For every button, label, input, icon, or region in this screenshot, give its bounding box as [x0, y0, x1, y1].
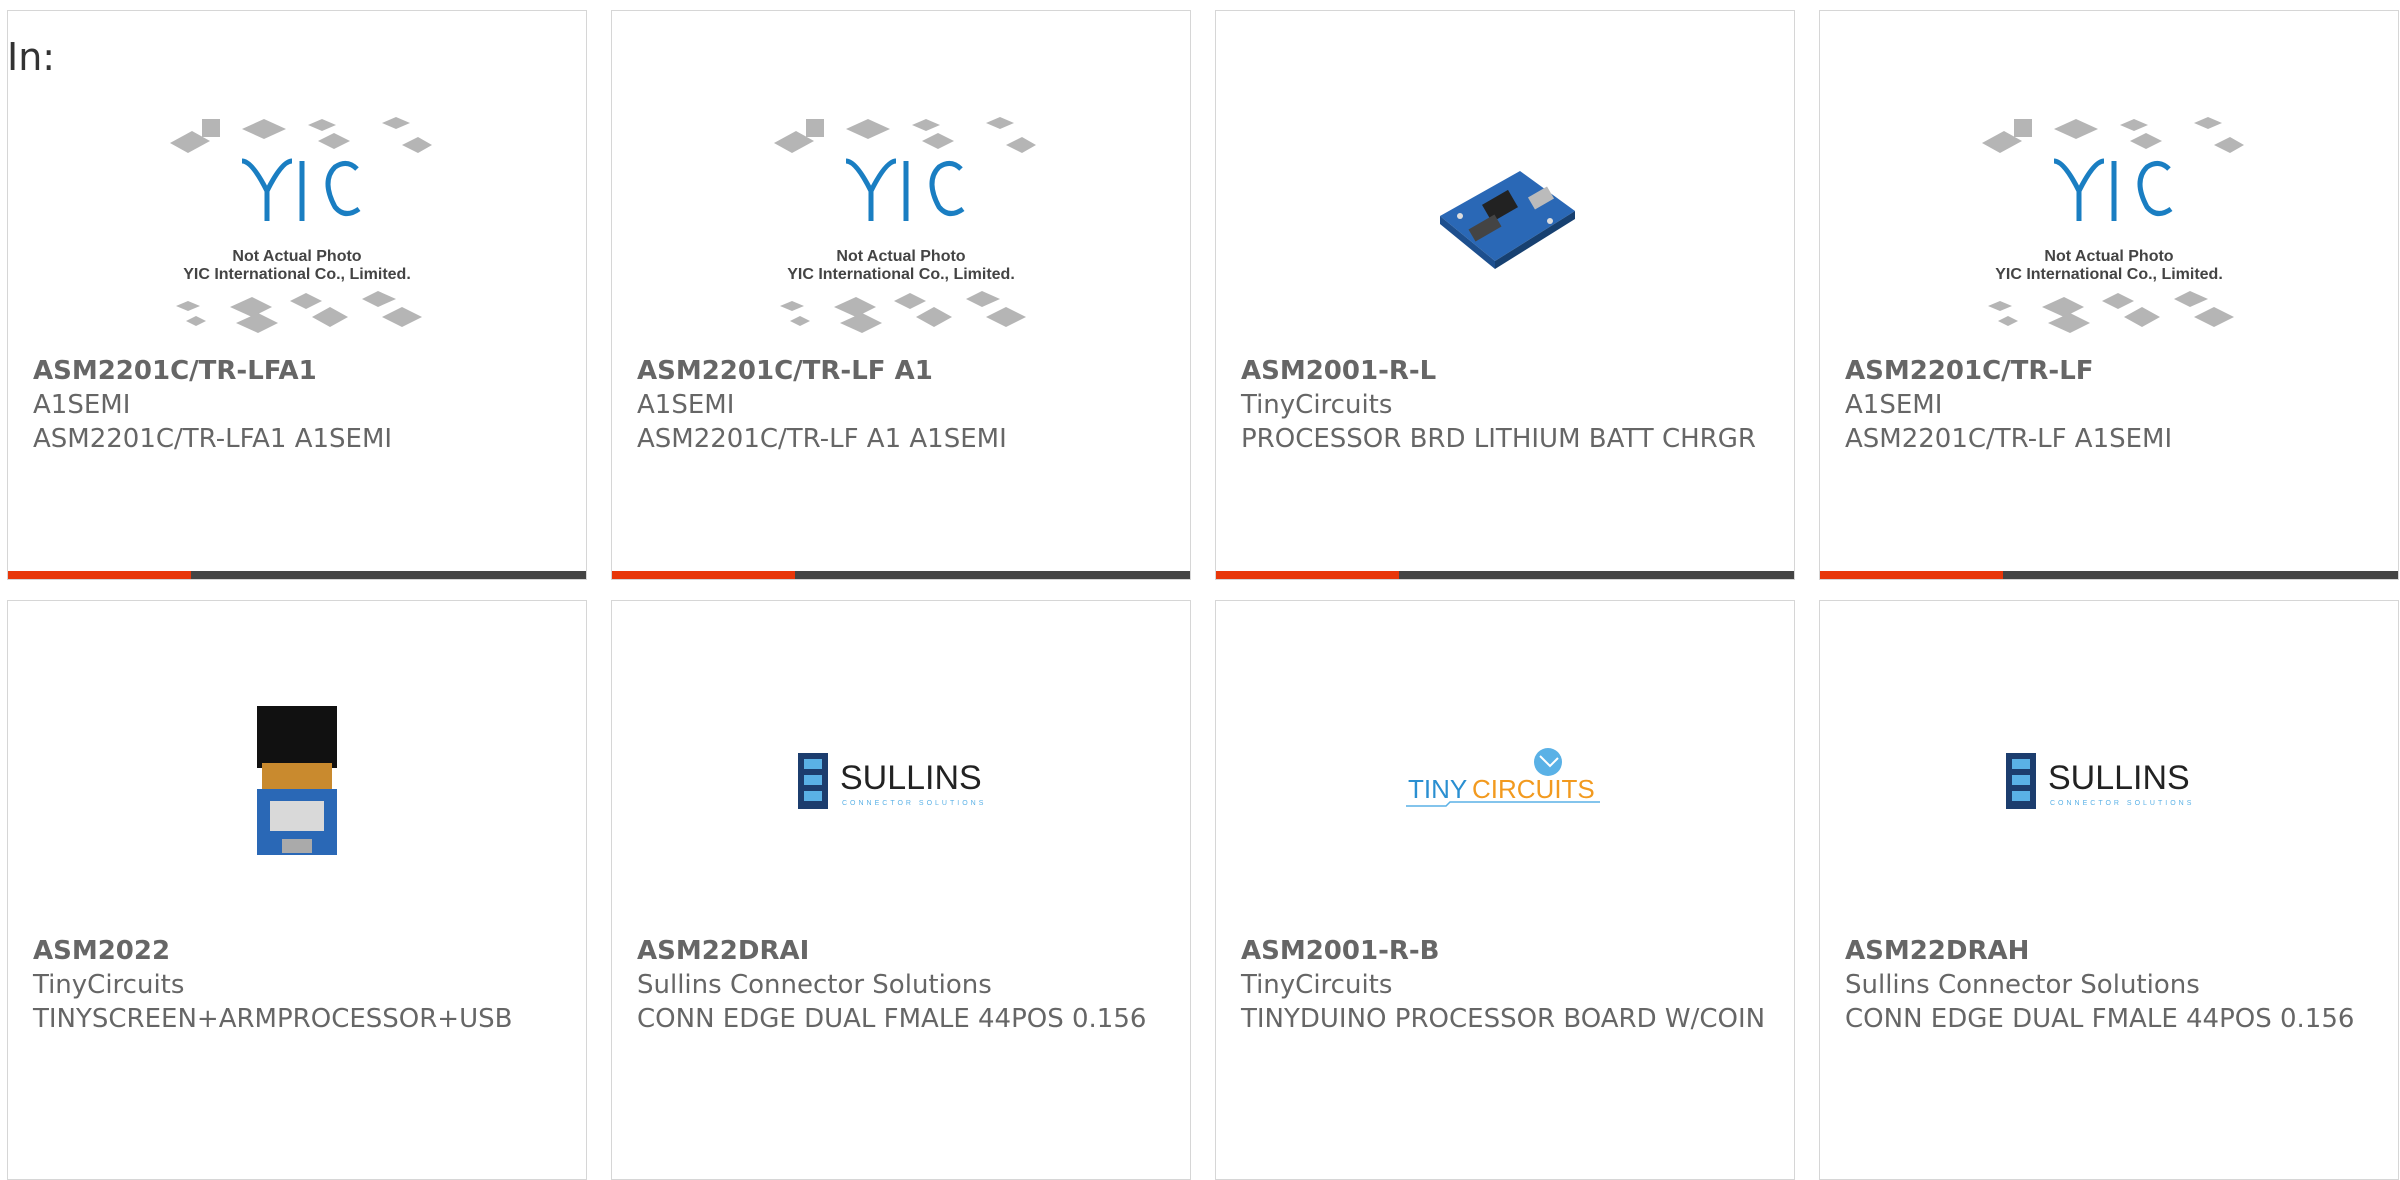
yic-placeholder-icon: Not Actual Photo YIC International Co., …: [774, 117, 1036, 333]
description: ASM2201C/TR-LFA1 A1SEMI: [33, 424, 393, 454]
svg-text:TINY: TINY: [1408, 774, 1467, 804]
product-image[interactable]: SULLINS CONNECTOR SOLUTIONS: [1820, 651, 2398, 911]
sullins-logo-icon: SULLINS CONNECTOR SOLUTIONS: [2006, 753, 2194, 809]
part-number[interactable]: ASM2201C/TR-LFA1: [33, 354, 566, 388]
description: ASM2201C/TR-LF A1SEMI: [1845, 424, 2173, 454]
product-card[interactable]: TINY CIRCUITS ASM2001-R-B TinyCircuits T…: [1215, 600, 1795, 1180]
manufacturer: Sullins Connector Solutions: [1845, 970, 2200, 1000]
svg-text:CIRCUITS: CIRCUITS: [1472, 774, 1595, 804]
product-card[interactable]: Not Actual Photo YIC International Co., …: [611, 10, 1191, 580]
yic-placeholder-icon: Not Actual Photo YIC International Co., …: [1982, 117, 2244, 333]
accent-stripe: [1216, 571, 1399, 579]
tinyscreen-photo-icon: [257, 706, 337, 855]
processor-board-photo-icon: [1440, 171, 1575, 269]
product-card[interactable]: SULLINS CONNECTOR SOLUTIONS ASM22DRAI Su…: [611, 600, 1191, 1180]
product-image[interactable]: Not Actual Photo YIC International Co., …: [1820, 91, 2398, 351]
svg-text:CONNECTOR SOLUTIONS: CONNECTOR SOLUTIONS: [842, 800, 986, 807]
manufacturer: A1SEMI: [1845, 390, 1943, 420]
product-card[interactable]: Not Actual Photo YIC International Co., …: [7, 10, 587, 580]
part-number[interactable]: ASM2201C/TR-LF: [1845, 354, 2378, 388]
yic-placeholder-icon: Not Actual Photo YIC International Co., …: [170, 117, 432, 333]
manufacturer: TinyCircuits: [1241, 970, 1393, 1000]
part-number[interactable]: ASM2022: [33, 934, 566, 968]
part-number[interactable]: ASM2001-R-B: [1241, 934, 1774, 968]
product-image[interactable]: [1216, 91, 1794, 351]
svg-text:Not Actual Photo: Not Actual Photo: [232, 248, 361, 265]
description: CONN EDGE DUAL FMALE 44POS 0.156: [1845, 1004, 2355, 1034]
accent-stripe: [8, 571, 191, 579]
description: ASM2201C/TR-LF A1 A1SEMI: [637, 424, 1007, 454]
svg-text:SULLINS: SULLINS: [840, 759, 982, 797]
manufacturer: Sullins Connector Solutions: [637, 970, 992, 1000]
product-image[interactable]: [8, 651, 586, 911]
accent-stripe: [1820, 571, 2003, 579]
tinycircuits-logo-icon: TINY CIRCUITS: [1406, 748, 1600, 807]
product-image[interactable]: SULLINS CONNECTOR SOLUTIONS: [612, 651, 1190, 911]
card-footer-bar: [1820, 571, 2398, 579]
accent-stripe: [612, 571, 795, 579]
part-number[interactable]: ASM22DRAH: [1845, 934, 2378, 968]
manufacturer: A1SEMI: [637, 390, 735, 420]
product-image[interactable]: TINY CIRCUITS: [1216, 651, 1794, 911]
description: TINYDUINO PROCESSOR BOARD W/COIN: [1241, 1004, 1766, 1034]
product-card[interactable]: SULLINS CONNECTOR SOLUTIONS ASM22DRAH Su…: [1819, 600, 2399, 1180]
product-card[interactable]: Not Actual Photo YIC International Co., …: [1819, 10, 2399, 580]
part-number[interactable]: ASM2201C/TR-LF A1: [637, 354, 1170, 388]
card-footer-bar: [8, 571, 586, 579]
card-footer-bar: [1216, 571, 1794, 579]
manufacturer: TinyCircuits: [33, 970, 185, 1000]
description: CONN EDGE DUAL FMALE 44POS 0.156: [637, 1004, 1147, 1034]
product-image[interactable]: Not Actual Photo YIC International Co., …: [612, 91, 1190, 351]
product-card[interactable]: ASM2001-R-L TinyCircuits PROCESSOR BRD L…: [1215, 10, 1795, 580]
svg-text:YIC International Co., Limited: YIC International Co., Limited.: [183, 266, 411, 283]
filter-label: In:: [7, 35, 56, 79]
manufacturer: A1SEMI: [33, 390, 131, 420]
svg-text:Not Actual Photo: Not Actual Photo: [2044, 248, 2173, 265]
svg-text:SULLINS: SULLINS: [2048, 759, 2190, 797]
svg-text:CONNECTOR SOLUTIONS: CONNECTOR SOLUTIONS: [2050, 800, 2194, 807]
svg-text:Not Actual Photo: Not Actual Photo: [836, 248, 965, 265]
part-number[interactable]: ASM22DRAI: [637, 934, 1170, 968]
product-card[interactable]: ASM2022 TinyCircuits TINYSCREEN+ARMPROCE…: [7, 600, 587, 1180]
product-image[interactable]: Not Actual Photo YIC International Co., …: [8, 91, 586, 351]
part-number[interactable]: ASM2001-R-L: [1241, 354, 1774, 388]
manufacturer: TinyCircuits: [1241, 390, 1393, 420]
description: TINYSCREEN+ARMPROCESSOR+USB: [33, 1004, 513, 1034]
svg-text:YIC International Co., Limited: YIC International Co., Limited.: [787, 266, 1015, 283]
card-footer-bar: [612, 571, 1190, 579]
sullins-logo-icon: SULLINS CONNECTOR SOLUTIONS: [798, 753, 986, 809]
description: PROCESSOR BRD LITHIUM BATT CHRGR: [1241, 424, 1756, 454]
svg-text:YIC International Co., Limited: YIC International Co., Limited.: [1995, 266, 2223, 283]
